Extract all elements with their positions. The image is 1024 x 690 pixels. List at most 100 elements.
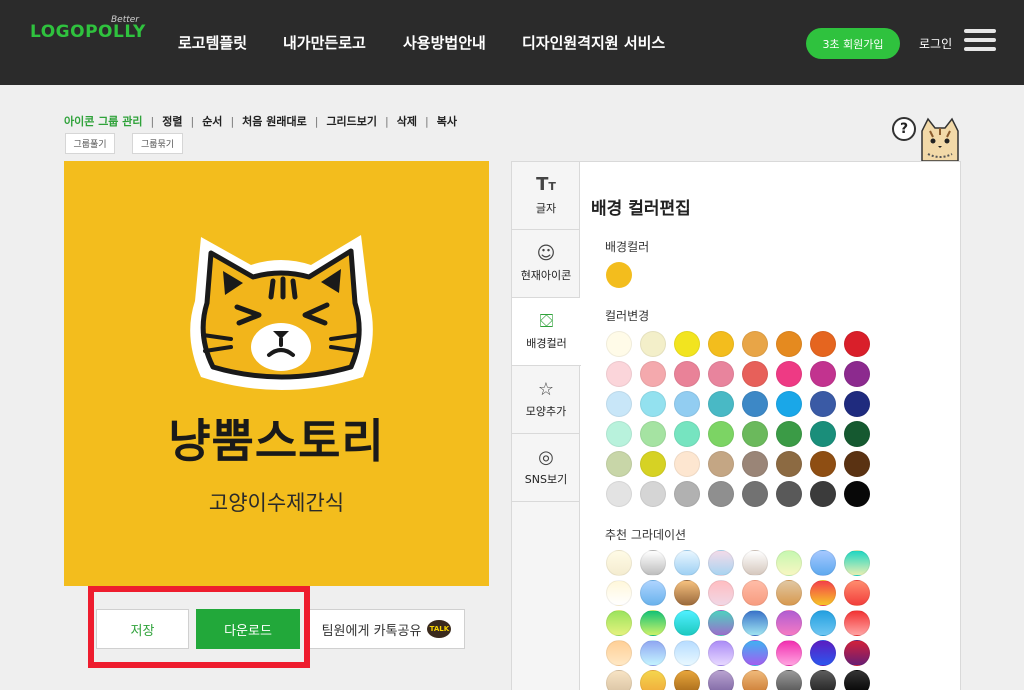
color-swatch[interactable] xyxy=(674,331,700,357)
color-swatch[interactable] xyxy=(708,331,734,357)
tab-add-shape[interactable]: ☆ 모양추가 xyxy=(512,366,580,434)
gradient-swatch[interactable] xyxy=(674,610,700,636)
color-swatch[interactable] xyxy=(640,421,666,447)
color-swatch[interactable] xyxy=(674,451,700,477)
toolbar-align[interactable]: 정렬 xyxy=(162,113,182,129)
color-swatch[interactable] xyxy=(776,481,802,507)
color-swatch[interactable] xyxy=(844,391,870,417)
toolbar-copy[interactable]: 복사 xyxy=(437,113,457,129)
color-swatch[interactable] xyxy=(708,451,734,477)
gradient-swatch[interactable] xyxy=(606,550,632,576)
gradient-swatch[interactable] xyxy=(708,610,734,636)
color-swatch[interactable] xyxy=(606,391,632,417)
gradient-swatch[interactable] xyxy=(606,580,632,606)
hamburger-menu-icon[interactable] xyxy=(964,29,996,53)
color-swatch[interactable] xyxy=(640,481,666,507)
gradient-swatch[interactable] xyxy=(640,550,666,576)
kakao-share-button[interactable]: 팀원에게 카톡공유 TALK xyxy=(308,609,465,649)
cat-face-icon[interactable] xyxy=(181,227,381,393)
color-swatch[interactable] xyxy=(742,451,768,477)
gradient-swatch[interactable] xyxy=(810,580,836,606)
group-button[interactable]: 그룹묶기 xyxy=(132,133,183,154)
nav-usage-guide[interactable]: 사용방법안내 xyxy=(403,32,486,53)
gradient-swatch[interactable] xyxy=(742,580,768,606)
gradient-swatch[interactable] xyxy=(674,550,700,576)
signup-button[interactable]: 3초 회원가입 xyxy=(806,28,900,59)
tab-background-color[interactable]: ⛋ 배경컬러 xyxy=(512,298,581,366)
nav-logo-templates[interactable]: 로고템플릿 xyxy=(178,32,247,53)
gradient-swatch[interactable] xyxy=(640,580,666,606)
gradient-swatch[interactable] xyxy=(708,640,734,666)
gradient-swatch[interactable] xyxy=(708,670,734,690)
gradient-swatch[interactable] xyxy=(606,670,632,690)
color-swatch[interactable] xyxy=(776,361,802,387)
nav-design-support[interactable]: 디자인원격지원 서비스 xyxy=(522,32,665,53)
gradient-swatch[interactable] xyxy=(776,550,802,576)
logo-title-text[interactable]: 냥뿜스토리 xyxy=(64,405,489,471)
gradient-swatch[interactable] xyxy=(844,580,870,606)
color-swatch[interactable] xyxy=(742,331,768,357)
gradient-swatch[interactable] xyxy=(810,670,836,690)
gradient-swatch[interactable] xyxy=(776,580,802,606)
color-swatch[interactable] xyxy=(708,421,734,447)
color-swatch[interactable] xyxy=(776,421,802,447)
color-swatch[interactable] xyxy=(674,421,700,447)
gradient-swatch[interactable] xyxy=(776,670,802,690)
gradient-swatch[interactable] xyxy=(640,670,666,690)
color-swatch[interactable] xyxy=(674,361,700,387)
help-question-icon[interactable]: ? xyxy=(892,117,916,141)
color-swatch[interactable] xyxy=(674,391,700,417)
color-swatch[interactable] xyxy=(606,481,632,507)
color-swatch[interactable] xyxy=(640,451,666,477)
gradient-swatch[interactable] xyxy=(742,550,768,576)
color-swatch[interactable] xyxy=(640,331,666,357)
color-swatch[interactable] xyxy=(844,451,870,477)
color-swatch[interactable] xyxy=(810,331,836,357)
color-swatch[interactable] xyxy=(742,421,768,447)
toolbar-icon-group-manage[interactable]: 아이콘 그룹 관리 xyxy=(64,113,143,129)
nav-my-logos[interactable]: 내가만든로고 xyxy=(283,32,366,53)
color-swatch[interactable] xyxy=(606,361,632,387)
color-swatch[interactable] xyxy=(640,361,666,387)
color-swatch[interactable] xyxy=(742,481,768,507)
gradient-swatch[interactable] xyxy=(606,640,632,666)
color-swatch[interactable] xyxy=(640,391,666,417)
gradient-swatch[interactable] xyxy=(810,640,836,666)
toolbar-reset[interactable]: 처음 원래대로 xyxy=(242,113,307,129)
gradient-swatch[interactable] xyxy=(674,580,700,606)
color-swatch[interactable] xyxy=(844,421,870,447)
gradient-swatch[interactable] xyxy=(708,580,734,606)
ungroup-button[interactable]: 그룹풀기 xyxy=(65,133,115,154)
gradient-swatch[interactable] xyxy=(810,550,836,576)
gradient-swatch[interactable] xyxy=(606,610,632,636)
color-swatch[interactable] xyxy=(742,391,768,417)
color-swatch[interactable] xyxy=(674,481,700,507)
gradient-swatch[interactable] xyxy=(674,640,700,666)
gradient-swatch[interactable] xyxy=(776,610,802,636)
color-swatch[interactable] xyxy=(708,391,734,417)
color-swatch[interactable] xyxy=(810,451,836,477)
color-swatch[interactable] xyxy=(606,451,632,477)
gradient-swatch[interactable] xyxy=(742,670,768,690)
toolbar-order[interactable]: 순서 xyxy=(202,113,222,129)
color-swatch[interactable] xyxy=(810,421,836,447)
logo-subtitle-text[interactable]: 고양이수제간식 xyxy=(64,487,489,517)
color-swatch[interactable] xyxy=(776,451,802,477)
site-logo[interactable]: LOGOPOLLY xyxy=(30,22,146,42)
tab-current-icon[interactable]: ☺ 현재아이콘 xyxy=(512,230,580,298)
color-swatch[interactable] xyxy=(742,361,768,387)
helper-cat-icon[interactable] xyxy=(916,117,964,161)
color-swatch[interactable] xyxy=(810,481,836,507)
gradient-swatch[interactable] xyxy=(844,550,870,576)
toolbar-delete[interactable]: 삭제 xyxy=(397,113,417,129)
gradient-swatch[interactable] xyxy=(640,610,666,636)
tab-text[interactable]: TT 글자 xyxy=(512,162,580,230)
gradient-swatch[interactable] xyxy=(844,670,870,690)
color-swatch[interactable] xyxy=(606,331,632,357)
color-swatch[interactable] xyxy=(810,361,836,387)
gradient-swatch[interactable] xyxy=(844,640,870,666)
gradient-swatch[interactable] xyxy=(776,640,802,666)
color-swatch[interactable] xyxy=(776,391,802,417)
current-color-swatch[interactable] xyxy=(606,262,632,288)
gradient-swatch[interactable] xyxy=(708,550,734,576)
